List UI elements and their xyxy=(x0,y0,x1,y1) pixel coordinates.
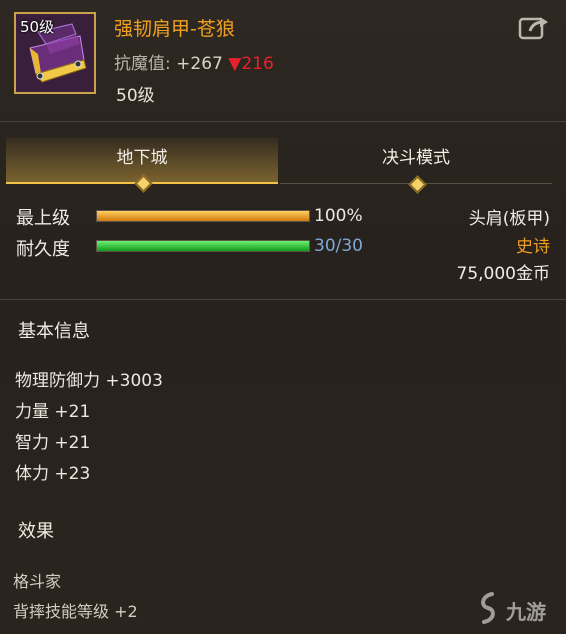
stat-value: +267 xyxy=(176,54,223,74)
tab-duel-mode[interactable]: 决斗模式 xyxy=(280,138,552,194)
effect-line: 背摔技能等级 +2 xyxy=(13,602,138,621)
item-name: 强韧肩甲-苍狼 xyxy=(114,18,235,40)
stat-diff: ▼216 xyxy=(228,54,274,74)
magic-resist-stat: 抗魔值: +267 ▼216 xyxy=(114,49,274,74)
header-divider xyxy=(0,121,566,122)
item-price: 75,000金币 xyxy=(456,264,550,284)
mode-tabs: 地下城 决斗模式 xyxy=(6,138,560,194)
item-level-tag: 50级 xyxy=(20,18,55,36)
item-tooltip-panel: 50级 强韧肩甲-苍狼 抗魔值: +267 ▼216 50级 地下城 决斗模式 … xyxy=(0,0,566,634)
durability-bar xyxy=(96,240,310,252)
item-slot: 头肩(板甲) xyxy=(468,209,550,229)
watermark-logo: 九游 xyxy=(476,592,560,628)
required-level: 50级 xyxy=(116,86,155,106)
grade-bar-fill xyxy=(97,211,309,221)
diamond-marker-icon xyxy=(134,174,153,193)
durability-label: 耐久度 xyxy=(16,239,70,260)
grade-value: 100% xyxy=(314,206,363,226)
durability-bar-fill xyxy=(97,241,309,251)
durability-value: 30/30 xyxy=(314,236,363,256)
attribute-line: 智力 +21 xyxy=(15,433,91,453)
tab-dungeon[interactable]: 地下城 xyxy=(6,138,278,193)
attribute-line: 物理防御力 +3003 xyxy=(15,371,163,391)
effects-title: 效果 xyxy=(18,521,54,542)
basic-info-title: 基本信息 xyxy=(18,321,90,342)
share-icon[interactable] xyxy=(518,14,550,42)
attribute-line: 体力 +23 xyxy=(15,464,91,484)
effect-line: 格斗家 xyxy=(13,572,62,591)
section-divider xyxy=(0,299,566,300)
diamond-marker-icon xyxy=(408,175,427,194)
item-icon[interactable]: 50级 xyxy=(14,12,96,94)
stat-label: 抗魔值: xyxy=(114,54,171,74)
item-rarity: 史诗 xyxy=(516,237,550,257)
watermark-text: 九游 xyxy=(506,600,546,624)
tab-dungeon-label: 地下城 xyxy=(116,148,168,168)
grade-bar xyxy=(96,210,310,222)
attribute-line: 力量 +21 xyxy=(15,402,91,422)
tab-duel-mode-label: 决斗模式 xyxy=(382,148,450,168)
grade-label: 最上级 xyxy=(16,208,70,229)
nine-game-logo-icon xyxy=(481,592,495,624)
